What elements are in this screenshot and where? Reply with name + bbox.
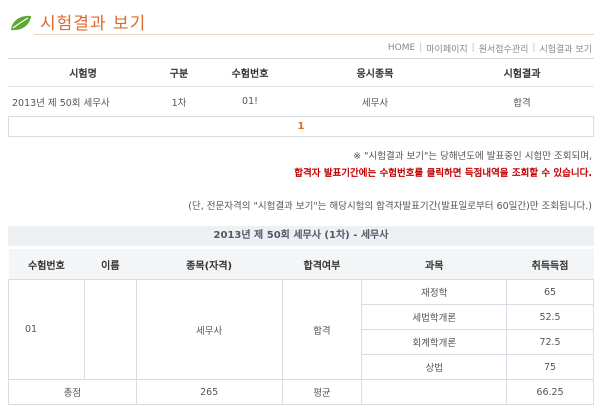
column-header: 이름: [84, 249, 137, 280]
pagination: 1: [8, 116, 594, 137]
table-header-row: 수험번호 이름 종목(자격) 합격여부 과목 취득득점: [8, 249, 594, 280]
header-divider: [34, 34, 594, 35]
table-row[interactable]: 2013년 제 50회 세무사 1차 01! 세무사 합격: [8, 87, 594, 117]
column-header: 응시종목: [300, 58, 450, 87]
score-cell: 72.5: [506, 329, 594, 355]
subject-cell: 회계학개론: [361, 329, 508, 355]
column-header: 합격여부: [282, 249, 362, 280]
qualification-cell: 세무사: [135, 279, 283, 380]
breadcrumb-home[interactable]: HOME: [388, 43, 415, 53]
subject-cell: 재정학: [361, 279, 508, 305]
score-table-title: 2013년 제 50회 세무사 (1차) - 세무사: [8, 226, 594, 246]
table-row: 01 세무사 합격 재정학 65: [8, 279, 594, 380]
breadcrumb-current[interactable]: 시험결과 보기: [539, 42, 592, 55]
total-row: 총점 265 평균 66.25: [8, 379, 594, 405]
column-header: 과목: [361, 249, 507, 280]
column-header: 구분: [158, 58, 200, 87]
pass-status-cell: 합격: [281, 279, 363, 380]
spacer-cell: [361, 379, 507, 405]
score-cell: 65: [506, 279, 594, 305]
column-header: 수험번호: [200, 58, 300, 87]
average-label: 평균: [281, 379, 363, 405]
breadcrumb: HOME | 마이페이지 | 원서접수관리 | 시험결과 보기: [387, 42, 592, 55]
leaf-icon: [11, 15, 31, 31]
subject-cell: 세법학개론: [361, 304, 508, 330]
column-header: 시험결과: [450, 58, 594, 87]
page-header: 시험결과 보기: [0, 0, 600, 38]
column-header: 시험명: [8, 58, 158, 87]
total-label: 총점: [8, 379, 137, 405]
exam-result-cell: 합격: [513, 97, 531, 109]
notice-footnote: (단, 전문자격의 "시험결과 보기"는 해당시험의 합격자발표기간(발표일로부…: [188, 201, 592, 212]
total-value: 265: [135, 379, 283, 405]
exam-number-cell: 01: [8, 279, 85, 380]
exam-list-table: 시험명 구분 수험번호 응시종목 시험결과 2013년 제 50회 세무사 1차…: [8, 58, 594, 117]
score-cell: 52.5: [506, 304, 594, 330]
average-value: 66.25: [506, 379, 594, 405]
page-title: 시험결과 보기: [40, 14, 147, 34]
exam-number-link[interactable]: 01!: [200, 87, 300, 117]
name-cell: [83, 279, 137, 380]
table-header-row: 시험명 구분 수험번호 응시종목 시험결과: [8, 58, 594, 87]
exam-stage-cell: 1차: [171, 97, 187, 109]
score-cell: 75: [506, 354, 594, 380]
score-detail-table: 수험번호 이름 종목(자격) 합격여부 과목 취득득점 01 세무사 합격 재정…: [8, 249, 594, 405]
exam-subject-cell: 세무사: [361, 97, 389, 109]
notice-highlight: 합격자 발표기간에는 수험번호를 클릭하면 득점내역을 조회할 수 있습니다.: [294, 168, 592, 179]
breadcrumb-application[interactable]: 원서접수관리: [479, 42, 529, 55]
column-header: 수험번호: [8, 249, 85, 280]
breadcrumb-mypage[interactable]: 마이페이지: [426, 42, 467, 55]
page-number-current[interactable]: 1: [298, 121, 305, 132]
column-header: 취득득점: [506, 249, 594, 280]
notice-text: ※ "시험결과 보기"는 당해년도에 발표중인 시험만 조회되며,: [353, 151, 592, 162]
subject-cell: 상법: [361, 354, 508, 380]
column-header: 종목(자격): [136, 249, 283, 280]
exam-name-cell: 2013년 제 50회 세무사: [12, 97, 110, 109]
